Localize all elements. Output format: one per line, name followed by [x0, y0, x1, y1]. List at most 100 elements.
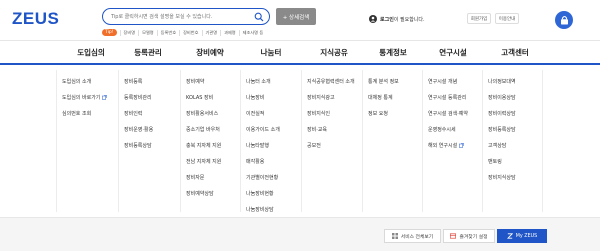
submenu-item[interactable]: 나눔터 소개	[246, 73, 308, 89]
submenu-item[interactable]: 해외 연구시설	[428, 137, 490, 153]
login-link[interactable]: 로그인	[380, 17, 394, 23]
submenu-label: 나눔터 소개	[246, 78, 271, 85]
submenu-label: 장비이력상담	[488, 110, 516, 117]
submenu-sharing: 나눔터 소개 나눔장비 이전실적 이용가이드 소개 나눔타발행 매각활용 기관별…	[246, 73, 308, 213]
submenu-item[interactable]: 나눔타발행	[246, 137, 308, 153]
submenu-item[interactable]: 전남 지자체 지원	[186, 153, 248, 169]
column-divider	[56, 70, 57, 212]
hot-keyword[interactable]: 장비명	[119, 29, 139, 36]
nav-research-facility[interactable]: 연구시설	[422, 41, 484, 63]
submenu-item[interactable]: 대체정 통계	[368, 89, 430, 105]
submenu-label: 해외 연구시설	[428, 142, 458, 149]
submenu-item[interactable]: 장비자문	[186, 169, 248, 185]
submenu-label: 기관별이전현황	[246, 174, 279, 181]
submenu-label: 도입심의 바로가기	[62, 94, 101, 101]
submenu-item[interactable]: 장비등록	[124, 73, 186, 89]
submenu-research-facility: 연구시설 개념 연구시설 등록관리 연구시설 검색·예약 운영정수시세 해외 연…	[428, 73, 490, 213]
submenu-item[interactable]: 장비이용상담	[488, 89, 550, 105]
login-status: 로그인이 필요합니다.	[369, 15, 425, 23]
submenu-label: 연구시설 등록관리	[428, 94, 467, 101]
help-button[interactable]: 이용안내	[495, 13, 519, 24]
submenu-item[interactable]: 등록장비관리	[124, 89, 186, 105]
nav-customer-center[interactable]: 고객센터	[484, 41, 546, 63]
submenu-label: 장비인력	[124, 110, 143, 117]
submenu-item[interactable]: 장비지식인	[307, 105, 369, 121]
submenu-item[interactable]: 나눔장비	[246, 89, 308, 105]
search-input[interactable]	[111, 10, 251, 23]
submenu-item[interactable]: 장비인력	[124, 105, 186, 121]
submenu-item[interactable]: 맨토링	[488, 153, 550, 169]
submenu-label: 고객상담	[488, 142, 507, 149]
submenu-item[interactable]: 지식공유협력센터 소개	[307, 73, 369, 89]
submenu-item[interactable]: 이용가이드 소개	[246, 121, 308, 137]
submenu-label: 정보 요청	[368, 110, 388, 117]
service-all-button[interactable]: 서비스 전체보기	[384, 229, 441, 243]
hot-keyword[interactable]: 과제명	[220, 29, 239, 36]
submenu-item[interactable]: 도입심의 소개	[62, 73, 124, 89]
submenu-item[interactable]: 나의정보대역	[488, 73, 550, 89]
submenu-item[interactable]: 심의번호 조회	[62, 105, 124, 121]
detail-search-button[interactable]: + 상세검색	[276, 8, 316, 25]
submenu-item[interactable]: 장비활용서비스	[186, 105, 248, 121]
submenu-item[interactable]: 매각활용	[246, 153, 308, 169]
submenu-label: 연구시설 검색·예약	[428, 110, 468, 117]
submenu-item[interactable]: 장비이력상담	[488, 105, 550, 121]
submenu-item[interactable]: 장비예약	[186, 73, 248, 89]
search-icon[interactable]	[254, 12, 264, 22]
external-link-icon	[102, 94, 108, 100]
submenu-item[interactable]: 충북 지자체 지원	[186, 137, 248, 153]
submenu-customer-center: 나의정보대역 장비이용상담 장비이력상담 장비등록상담 고객상담 맨토링 장비지…	[488, 73, 550, 213]
submenu-item[interactable]: 연구시설 개념	[428, 73, 490, 89]
submenu-item[interactable]: 장비·교육	[307, 121, 369, 137]
nav-sharing[interactable]: 나눔터	[240, 41, 302, 63]
submenu-label: 통계 분석 정보	[368, 78, 399, 85]
mega-menu-footer: 서비스 전체보기 즐겨찾기 설정 My ZEUS	[0, 217, 600, 251]
login-lock-button[interactable]	[555, 11, 573, 29]
nav-statistics[interactable]: 통계정보	[362, 41, 424, 63]
submenu-item[interactable]: 장비지식광고	[307, 89, 369, 105]
submenu-label: 운영정수시세	[428, 126, 456, 133]
submenu-item[interactable]: 중소기업 바우처	[186, 121, 248, 137]
nav-registration[interactable]: 등록관리	[117, 41, 179, 63]
hot-keyword[interactable]: 제조사명 등	[238, 29, 267, 36]
detail-search-label: + 상세검색	[282, 14, 310, 21]
submenu-item[interactable]: 장비지식상담	[488, 169, 550, 185]
submenu-item[interactable]: 장비예약상담	[186, 185, 248, 201]
submenu-label: 나의정보대역	[488, 78, 516, 85]
submenu-item[interactable]: 운영정수시세	[428, 121, 490, 137]
favorites-button[interactable]: 즐겨찾기 설정	[443, 229, 495, 243]
submenu-item[interactable]: 연구시설 등록관리	[428, 89, 490, 105]
hot-keyword[interactable]: 모델명	[138, 29, 157, 36]
submenu-reservation: 장비예약 KOLAS 장비 장비활용서비스 중소기업 바우처 충북 지자체 지원…	[186, 73, 248, 213]
submenu-item[interactable]: 고객상담	[488, 137, 550, 153]
my-zeus-button[interactable]: My ZEUS	[497, 229, 547, 243]
submenu-label: 나눔장비상담	[246, 206, 274, 213]
submenu-item[interactable]: 공모전	[307, 137, 369, 153]
grid-icon	[391, 233, 398, 239]
hot-keyword[interactable]: 장비번호	[179, 29, 201, 36]
join-button[interactable]: 회원가입	[467, 13, 491, 24]
hot-keyword[interactable]: 등록번호	[156, 29, 179, 36]
favorites-icon	[450, 233, 457, 239]
submenu-item[interactable]: 도입심의 바로가기	[62, 89, 124, 105]
submenu-item[interactable]: 나눔장비현황	[246, 185, 308, 201]
submenu-item[interactable]: 장비등록상담	[488, 121, 550, 137]
submenu-item[interactable]: 장비등록상담	[124, 137, 186, 153]
nav-intro-review[interactable]: 도입심의	[60, 41, 122, 63]
submenu-item[interactable]: 기관별이전현황	[246, 169, 308, 185]
submenu-item[interactable]: 정보 요청	[368, 105, 430, 121]
submenu-item[interactable]: KOLAS 장비	[186, 89, 248, 105]
zeus-logo[interactable]: ZEUS	[12, 9, 59, 29]
submenu-item[interactable]: 장비운영·활용	[124, 121, 186, 137]
nav-knowledge[interactable]: 지식공유	[303, 41, 365, 63]
submenu-item[interactable]: 통계 분석 정보	[368, 73, 430, 89]
submenu-item[interactable]: 나눔장비상담	[246, 201, 308, 217]
hot-keyword[interactable]: 기관명	[201, 29, 221, 36]
submenu-item[interactable]: 이전실적	[246, 105, 308, 121]
submenu-label: 연구시설 개념	[428, 78, 458, 85]
submenu-item[interactable]: 연구시설 검색·예약	[428, 105, 490, 121]
submenu-label: 나눔장비현황	[246, 190, 274, 197]
nav-reservation[interactable]: 장비예약	[179, 41, 241, 63]
search-box[interactable]	[102, 8, 270, 25]
submenu-label: 장비이용상담	[488, 94, 516, 101]
